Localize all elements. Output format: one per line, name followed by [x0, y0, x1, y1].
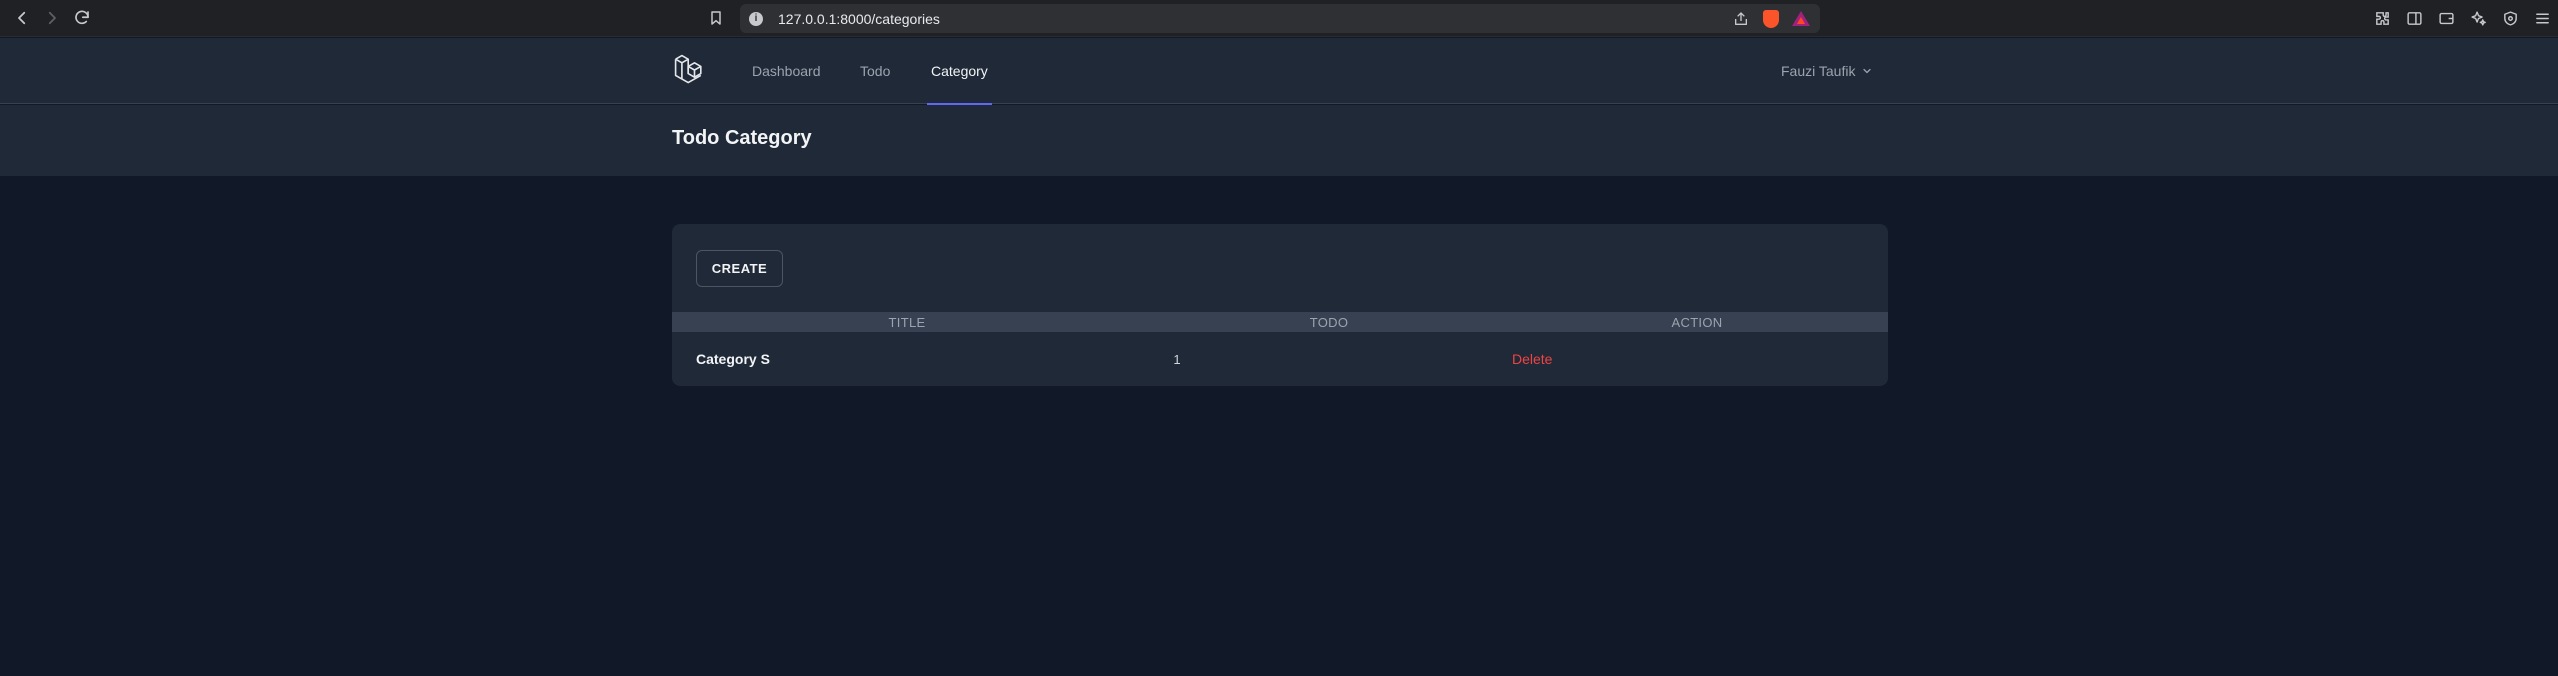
menu-icon[interactable] — [2532, 9, 2552, 29]
row-title: Category S — [696, 351, 770, 367]
vpn-shield-icon[interactable] — [2500, 9, 2520, 29]
address-bar[interactable]: i 127.0.0.1:8000/categories — [740, 4, 1820, 33]
column-header-todo: TODO — [1309, 314, 1349, 330]
url-text[interactable]: 127.0.0.1:8000/categories — [778, 11, 940, 27]
table-header: TITLE TODO ACTION — [672, 312, 1888, 332]
page-header: Todo Category — [0, 105, 2558, 176]
user-menu[interactable]: Fauzi Taufik — [1781, 38, 1873, 104]
brave-shields-icon[interactable] — [1762, 9, 1780, 28]
page-title: Todo Category — [672, 127, 812, 149]
category-card: CREATE TITLE TODO ACTION Category S 1 De… — [672, 224, 1888, 386]
column-header-action: ACTION — [1671, 314, 1723, 330]
sidebar-icon[interactable] — [2404, 9, 2424, 29]
chevron-right-icon — [48, 11, 56, 25]
browser-toolbar: i 127.0.0.1:8000/categories — [0, 0, 2558, 37]
nav-link-todo[interactable]: Todo — [860, 38, 890, 104]
back-button[interactable] — [8, 4, 36, 32]
nav-link-category[interactable]: Category — [927, 38, 992, 105]
table-row: Category S 1 Delete — [672, 332, 1888, 386]
forward-button[interactable] — [38, 4, 66, 32]
delete-link[interactable]: Delete — [1512, 332, 1552, 386]
bookmark-button[interactable] — [702, 4, 730, 32]
brave-rewards-icon[interactable] — [1792, 10, 1810, 28]
user-name: Fauzi Taufik — [1781, 63, 1856, 79]
row-todo-count: 1 — [1173, 351, 1181, 367]
chevron-left-icon — [18, 11, 26, 25]
reload-icon — [75, 10, 89, 25]
column-header-title: TITLE — [888, 314, 926, 330]
laravel-logo-icon[interactable] — [672, 52, 708, 88]
share-icon[interactable] — [1732, 10, 1750, 28]
leo-ai-icon[interactable] — [2468, 9, 2488, 29]
app-navbar: Dashboard Todo Category Fauzi Taufik — [0, 38, 2558, 105]
reload-button[interactable] — [68, 4, 96, 32]
wallet-icon[interactable] — [2436, 9, 2456, 29]
site-info-icon[interactable]: i — [749, 11, 763, 26]
nav-link-dashboard[interactable]: Dashboard — [752, 38, 821, 104]
chevron-down-icon — [1863, 68, 1872, 74]
extensions-icon[interactable] — [2372, 9, 2392, 29]
bookmark-icon — [711, 11, 721, 25]
create-button[interactable]: CREATE — [696, 250, 783, 287]
